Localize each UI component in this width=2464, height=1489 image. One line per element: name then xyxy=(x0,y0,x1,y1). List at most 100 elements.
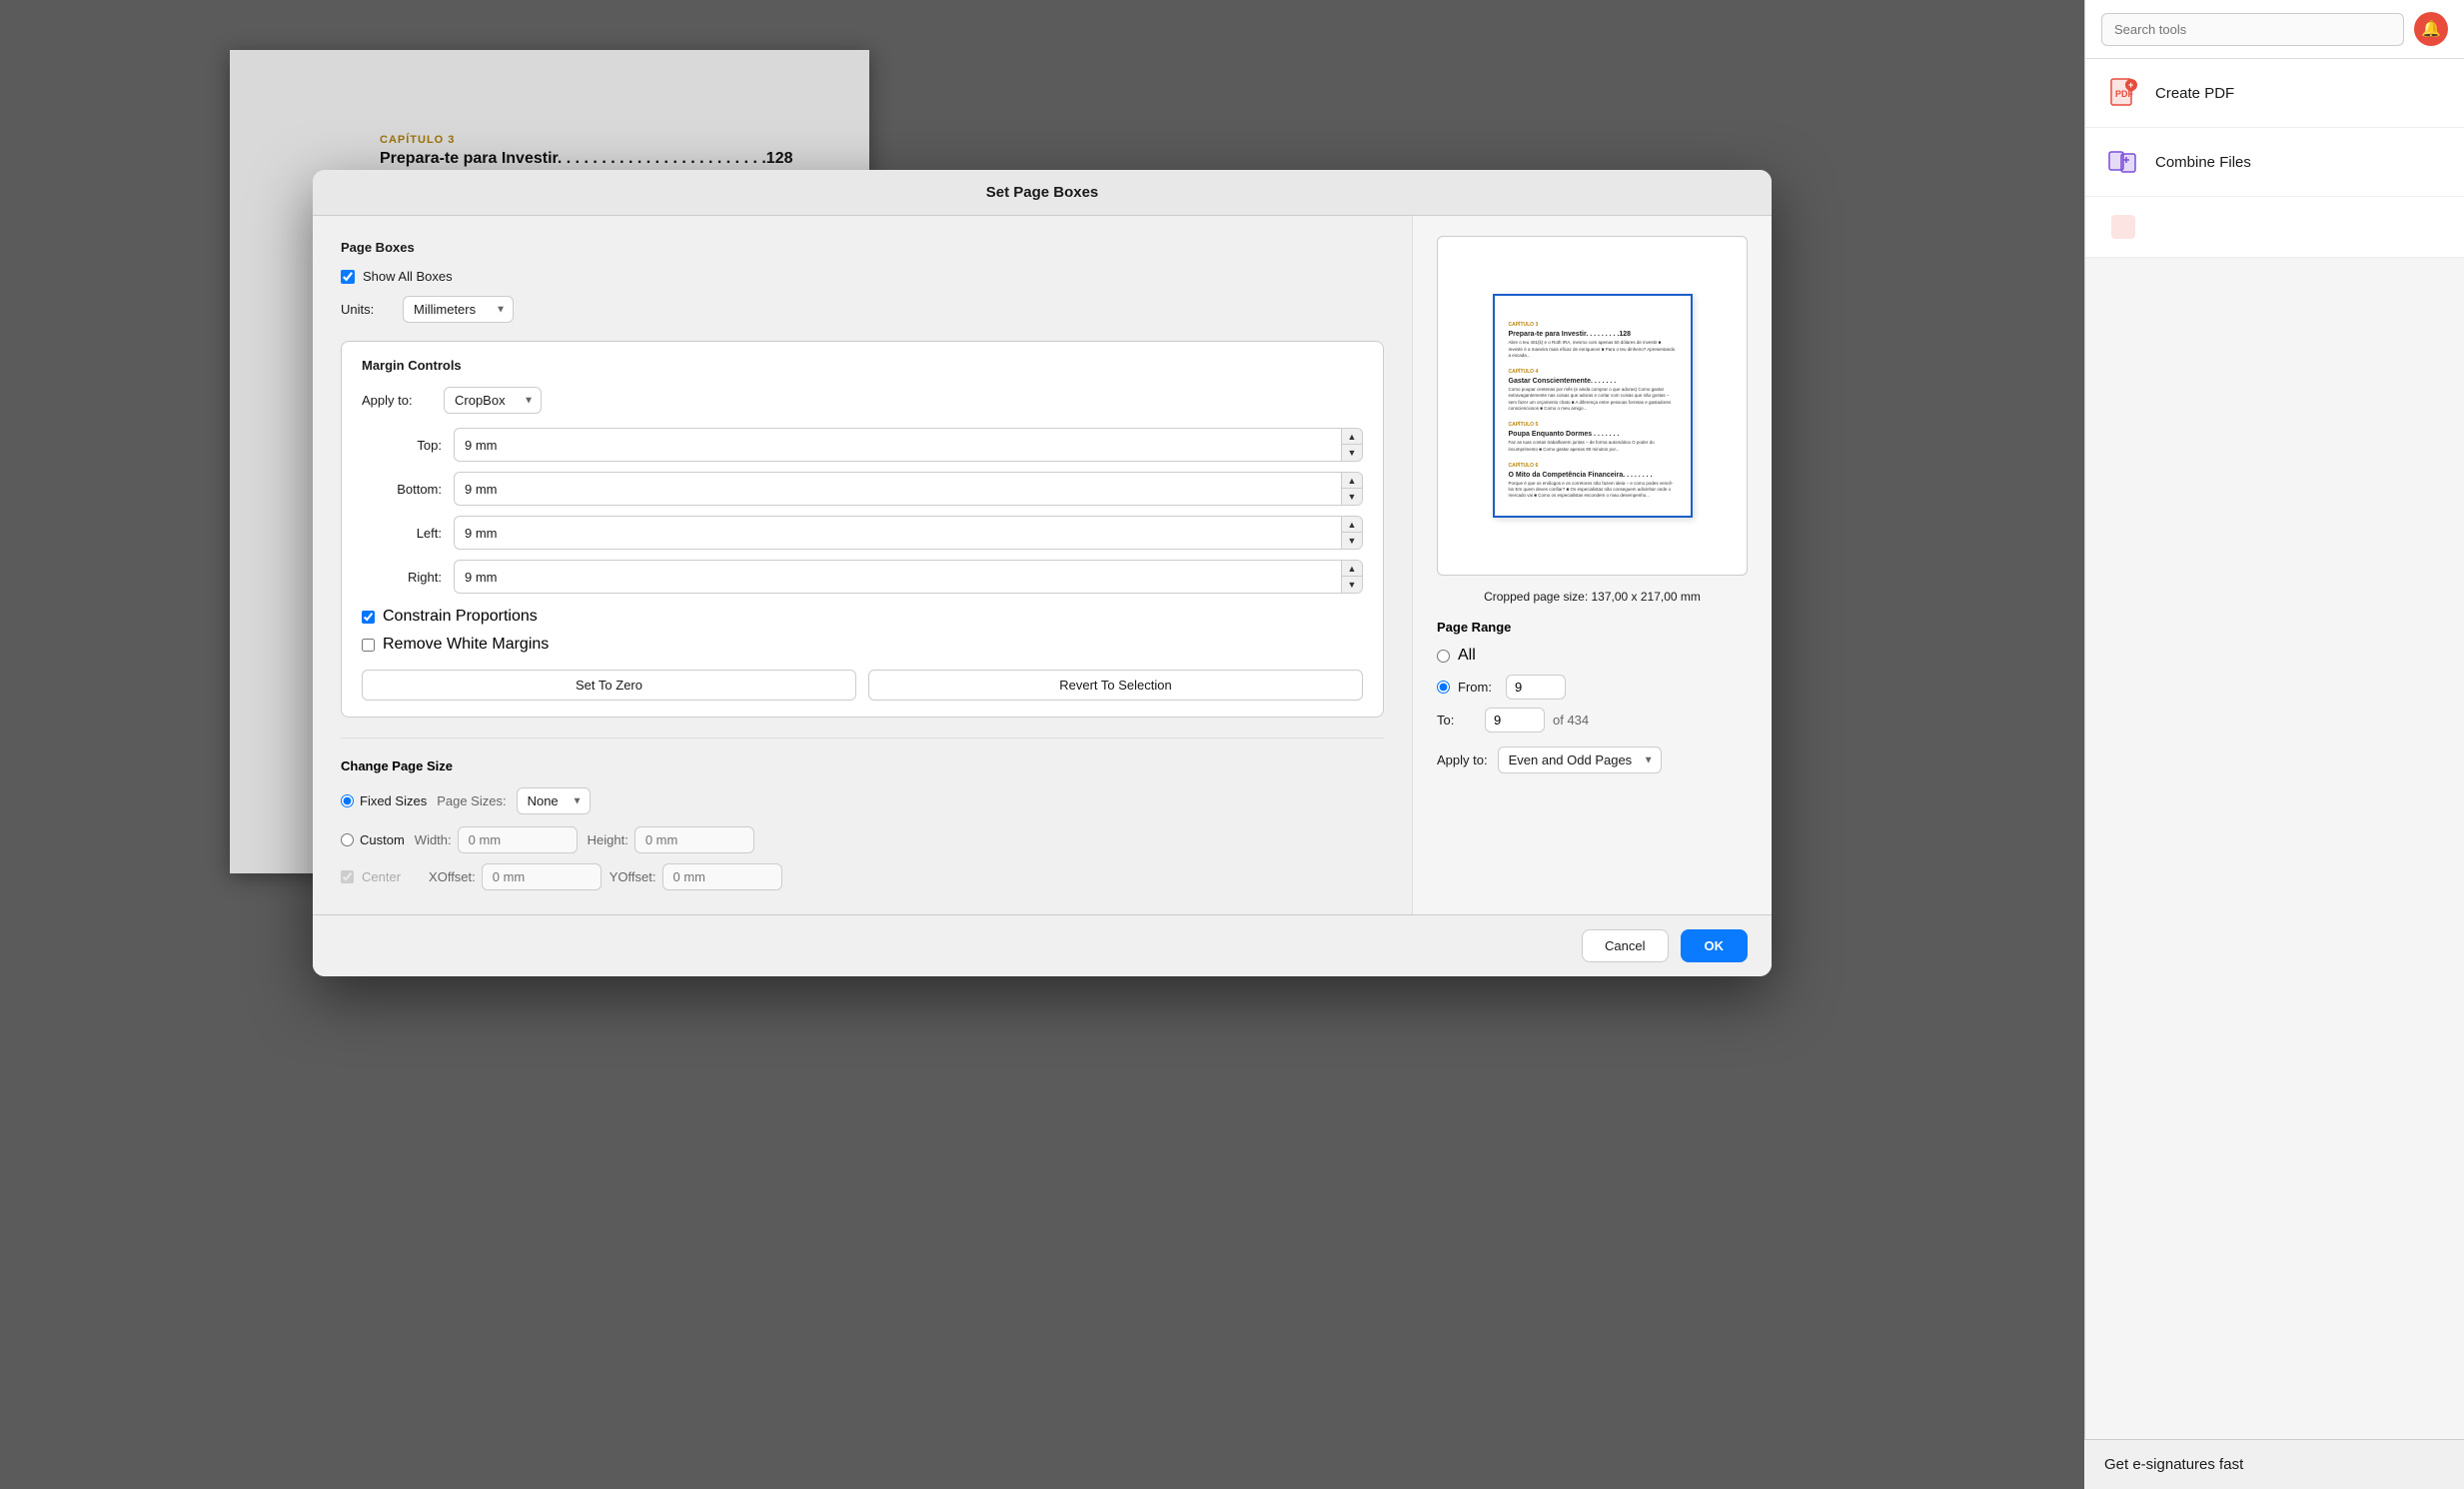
yoffset-input[interactable] xyxy=(662,863,782,890)
units-row: Units: Millimeters Inches Points Centime… xyxy=(341,296,1384,323)
get-sigs-label: Get e-signatures fast xyxy=(2104,1456,2243,1473)
partial-tool-item[interactable] xyxy=(2085,197,2464,258)
cancel-button[interactable]: Cancel xyxy=(1582,929,1668,962)
dialog-left-panel: Page Boxes Show All Boxes Units: Millime… xyxy=(313,216,1412,914)
notification-button[interactable]: 🔔 xyxy=(2414,12,2448,46)
top-increment[interactable]: ▲ xyxy=(1342,429,1362,445)
combine-files-label: Combine Files xyxy=(2155,154,2251,171)
show-all-boxes-label: Show All Boxes xyxy=(363,269,453,284)
xoffset-wrap: XOffset: xyxy=(429,863,602,890)
to-label: To: xyxy=(1437,713,1477,728)
top-decrement[interactable]: ▼ xyxy=(1342,445,1362,461)
top-input[interactable] xyxy=(455,433,1341,458)
right-tools-panel: 🔔 PDF + Create PDF Combine xyxy=(2084,0,2464,1489)
apply-to-section: Apply to: Even and Odd Pages Even Pages … xyxy=(1437,746,1748,773)
ok-button[interactable]: OK xyxy=(1681,929,1749,962)
apply-to-label: Apply to: xyxy=(362,393,432,408)
set-to-zero-button[interactable]: Set To Zero xyxy=(362,670,856,701)
search-input[interactable] xyxy=(2101,13,2404,46)
apply-to-range-select-wrap: Even and Odd Pages Even Pages Only Odd P… xyxy=(1498,746,1662,773)
left-increment[interactable]: ▲ xyxy=(1342,517,1362,533)
center-checkbox[interactable] xyxy=(341,870,354,883)
height-label: Height: xyxy=(588,832,628,847)
margin-grid: Top: ▲ ▼ Bottom: ▲ xyxy=(362,428,1363,594)
apply-to-range-label: Apply to: xyxy=(1437,752,1488,767)
show-all-boxes-row: Show All Boxes xyxy=(341,269,1384,284)
apply-to-select[interactable]: CropBox MediaBox BleedBox TrimBox ArtBox xyxy=(444,387,542,414)
bottom-label: Bottom: xyxy=(362,482,442,497)
yoffset-label: YOffset: xyxy=(610,869,656,884)
preview-ch5-body: Faz as tuas contas trabalharem juntas – … xyxy=(1509,440,1677,453)
preview-container: CAPÍTULO 3 Prepara-te para Investir. . .… xyxy=(1437,236,1748,576)
to-input[interactable] xyxy=(1485,708,1545,733)
set-page-boxes-dialog: Set Page Boxes Page Boxes Show All Boxes… xyxy=(313,170,1772,976)
dialog-body: Page Boxes Show All Boxes Units: Millime… xyxy=(313,216,1772,914)
width-wrap: Width: xyxy=(415,826,578,853)
units-label: Units: xyxy=(341,302,391,317)
preview-ch3-body: Abre o teu 401(k) e o Roth IRA, mesmo co… xyxy=(1509,340,1677,359)
dialog-right-panel: CAPÍTULO 3 Prepara-te para Investir. . .… xyxy=(1412,216,1772,914)
bottom-input-wrap: ▲ ▼ xyxy=(454,472,1363,506)
partial-tool-icon xyxy=(2105,209,2141,245)
preview-ch4-body: Como poupar centenas por mês (e ainda co… xyxy=(1509,387,1677,412)
create-pdf-icon: PDF + xyxy=(2105,75,2141,111)
page-boxes-section-label: Page Boxes xyxy=(341,240,1384,255)
custom-radio[interactable] xyxy=(341,833,354,846)
create-pdf-tool[interactable]: PDF + Create PDF xyxy=(2085,59,2464,128)
revert-to-selection-button[interactable]: Revert To Selection xyxy=(868,670,1363,701)
remove-white-checkbox[interactable] xyxy=(362,639,375,652)
preview-ch5: CAPÍTULO 5 xyxy=(1509,422,1677,428)
units-select-wrap: Millimeters Inches Points Centimeters ▼ xyxy=(403,296,514,323)
from-pages-radio[interactable] xyxy=(1437,681,1450,694)
left-input[interactable] xyxy=(455,521,1341,546)
preview-ch4-title: Gastar Conscientemente. . . . . . . xyxy=(1509,378,1677,385)
preview-ch4: CAPÍTULO 4 xyxy=(1509,369,1677,375)
page-sizes-select-wrap: None Letter A4 Legal ▼ xyxy=(517,787,591,814)
search-input-wrap xyxy=(2101,13,2404,46)
left-input-wrap: ▲ ▼ xyxy=(454,516,1363,550)
custom-label: Custom xyxy=(360,832,405,847)
top-stepper: ▲ ▼ xyxy=(1341,429,1362,461)
xoffset-input[interactable] xyxy=(482,863,602,890)
right-increment[interactable]: ▲ xyxy=(1342,561,1362,577)
right-input[interactable] xyxy=(455,565,1341,590)
show-all-boxes-checkbox[interactable] xyxy=(341,270,355,284)
apply-to-range-select[interactable]: Even and Odd Pages Even Pages Only Odd P… xyxy=(1498,746,1662,773)
left-decrement[interactable]: ▼ xyxy=(1342,533,1362,549)
all-pages-radio[interactable] xyxy=(1437,650,1450,663)
search-tools-bar: 🔔 xyxy=(2085,0,2464,59)
page-sizes-select[interactable]: None Letter A4 Legal xyxy=(517,787,591,814)
left-stepper: ▲ ▼ xyxy=(1341,517,1362,549)
cropped-page-size: Cropped page size: 137,00 x 217,00 mm xyxy=(1437,590,1748,604)
create-pdf-label: Create PDF xyxy=(2155,85,2234,102)
page-range-label: Page Range xyxy=(1437,620,1748,635)
custom-group: Custom xyxy=(341,832,405,847)
combine-files-icon xyxy=(2105,144,2141,180)
bottom-decrement[interactable]: ▼ xyxy=(1342,489,1362,505)
top-label: Top: xyxy=(362,438,442,453)
bottom-increment[interactable]: ▲ xyxy=(1342,473,1362,489)
apply-to-select-wrap: CropBox MediaBox BleedBox TrimBox ArtBox… xyxy=(444,387,542,414)
width-input[interactable] xyxy=(458,826,578,853)
preview-ch6-title: O Mito da Competência Financeira. . . . … xyxy=(1509,472,1677,479)
page-range-section: Page Range All From: To: of 434 xyxy=(1437,620,1748,773)
right-decrement[interactable]: ▼ xyxy=(1342,577,1362,593)
bottom-input[interactable] xyxy=(455,477,1341,502)
constrain-checkbox[interactable] xyxy=(362,611,375,624)
from-row: From: xyxy=(1437,675,1748,700)
fixed-sizes-label: Fixed Sizes xyxy=(360,793,427,808)
fixed-sizes-radio[interactable] xyxy=(341,794,354,807)
combine-files-tool[interactable]: Combine Files xyxy=(2085,128,2464,197)
constrain-label: Constrain Proportions xyxy=(383,608,538,626)
page-sizes-row: Page Sizes: None Letter A4 Legal ▼ xyxy=(437,787,590,814)
dialog-title: Set Page Boxes xyxy=(313,170,1772,216)
constrain-row: Constrain Proportions xyxy=(362,608,1363,626)
from-input[interactable] xyxy=(1506,675,1566,700)
bell-icon: 🔔 xyxy=(2421,19,2441,39)
bottom-stepper: ▲ ▼ xyxy=(1341,473,1362,505)
change-page-size-section: Change Page Size Fixed Sizes Page Sizes:… xyxy=(341,738,1384,890)
height-input[interactable] xyxy=(634,826,754,853)
center-row: Center XOffset: YOffset: xyxy=(341,863,1384,890)
margin-controls-label: Margin Controls xyxy=(362,358,1363,373)
units-select[interactable]: Millimeters Inches Points Centimeters xyxy=(403,296,514,323)
